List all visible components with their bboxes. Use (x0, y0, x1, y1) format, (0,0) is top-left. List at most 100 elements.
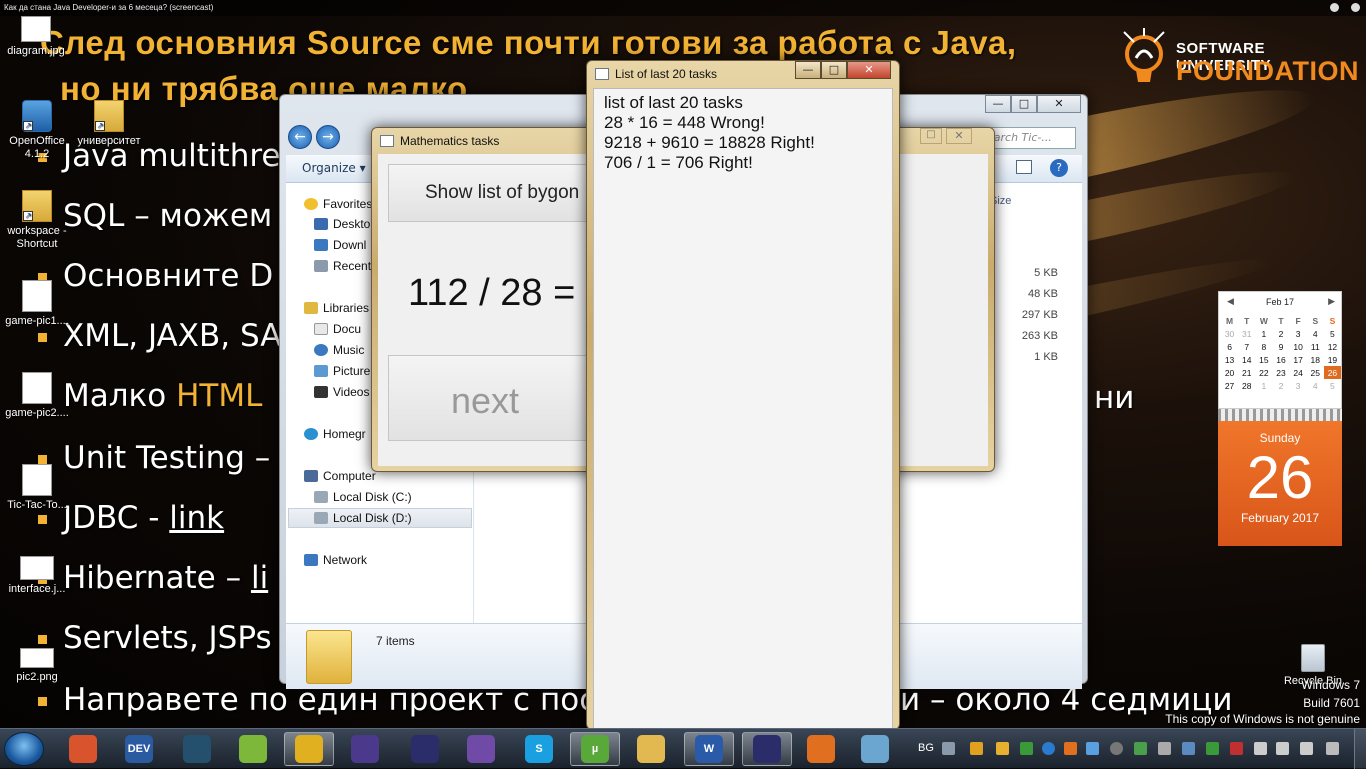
nav-pictures[interactable]: Picture (314, 364, 374, 378)
taskbar-button-eclipse[interactable] (400, 732, 450, 766)
start-button[interactable] (4, 732, 44, 766)
nav-videos[interactable]: Videos (314, 385, 374, 399)
desktop-icon-interface[interactable]: interface.j... (0, 556, 74, 596)
tray-app-icon[interactable] (1064, 742, 1077, 755)
nav-favorites[interactable]: Favorites (304, 197, 372, 211)
back-arrow-icon[interactable]: ← (288, 125, 312, 149)
desktop-icon-university[interactable]: ↗ университет (72, 100, 146, 148)
calendar-day-number: 26 (1246, 444, 1314, 511)
lightbulb-logo-icon (1123, 28, 1165, 82)
language-indicator[interactable]: BG (918, 742, 934, 754)
hard-disk-icon (314, 491, 328, 503)
nav-libraries[interactable]: Libraries (304, 301, 369, 315)
minimize-button[interactable]: — (985, 95, 1011, 113)
desktop-icon-openoffice[interactable]: ↗ OpenOffice 4.1.2 (0, 100, 74, 161)
calendar-binding-rings (1218, 409, 1342, 421)
tray-app-icon[interactable] (1134, 742, 1147, 755)
taskbar-button-word[interactable]: W (684, 732, 734, 766)
tray-app-icon[interactable] (1182, 742, 1195, 755)
taskbar-button-skype[interactable]: S (514, 732, 564, 766)
network-status-icon[interactable] (1254, 742, 1267, 755)
watch-later-icon[interactable] (1330, 3, 1339, 12)
taskbar-button-devcpp[interactable]: DEV (114, 732, 164, 766)
music-icon (314, 344, 328, 356)
taskbar-button-file-explorer[interactable] (626, 732, 676, 766)
desktop-icon-tic-tac-toe[interactable]: Tic-Tac-To... (0, 464, 74, 512)
show-desktop-button[interactable] (1354, 729, 1366, 769)
nav-disk-d[interactable]: Local Disk (D:) (314, 511, 464, 525)
tray-app-icon[interactable] (970, 742, 983, 755)
computer-icon (304, 470, 318, 482)
tray-app-icon[interactable] (1020, 742, 1033, 755)
keyboard-icon[interactable] (942, 742, 955, 755)
desktop-icon-pic2[interactable]: pic2.png (0, 648, 74, 684)
maximize-button[interactable]: □ (1011, 95, 1037, 113)
close-button[interactable]: ✕ (1037, 95, 1081, 113)
skype-icon: S (525, 735, 553, 763)
jdbc-link[interactable]: link (169, 500, 224, 536)
next-month-icon[interactable]: ▶ (1328, 296, 1335, 307)
maximize-button[interactable]: □ (821, 61, 847, 79)
maximize-button[interactable]: □ (920, 128, 942, 144)
taskbar-button-paint[interactable] (850, 732, 900, 766)
taskbar-button-utorrent[interactable]: µ (570, 732, 620, 766)
action-center-icon[interactable] (1230, 742, 1243, 755)
taskbar-button-github[interactable] (456, 732, 506, 766)
nav-computer[interactable]: Computer (304, 469, 376, 483)
folder-shortcut-icon: ↗ (94, 100, 124, 132)
tray-app-icon[interactable] (1042, 742, 1055, 755)
desktop-icon-workspace[interactable]: ↗ workspace - Shortcut (0, 190, 74, 251)
tray-app-icon[interactable] (1158, 742, 1171, 755)
utorrent-icon: µ (581, 735, 609, 763)
nav-music[interactable]: Music (314, 343, 374, 357)
nav-homegroup[interactable]: Homegr (304, 427, 366, 441)
forward-arrow-icon[interactable]: → (316, 125, 340, 149)
preview-pane-icon[interactable] (1016, 160, 1032, 174)
hard-disk-icon (314, 512, 328, 524)
tray-app-icon[interactable] (1206, 742, 1219, 755)
close-button[interactable]: ✕ (847, 61, 891, 79)
network-icon (304, 554, 318, 566)
recycle-bin-icon (1301, 644, 1325, 672)
desktop-icon-diagram[interactable]: diagram.jpg (0, 16, 73, 58)
minimize-button[interactable]: — (795, 61, 821, 79)
display-icon[interactable] (1326, 742, 1339, 755)
nav-recent[interactable]: Recent (314, 259, 374, 273)
hibernate-link[interactable]: li (251, 560, 268, 596)
desktop-icon-game-pic2[interactable]: game-pic2.... (0, 372, 74, 420)
nav-documents[interactable]: Docu (314, 322, 374, 336)
windows-build: Build 7601 (1303, 696, 1360, 710)
taskbar-button-java[interactable] (796, 732, 846, 766)
nav-desktop[interactable]: Deskto (314, 217, 374, 231)
android-studio-icon (239, 735, 267, 763)
nav-disk-c[interactable]: Local Disk (C:) (314, 490, 464, 504)
taskbar-button-android-studio[interactable] (228, 732, 278, 766)
task-history-list[interactable]: list of last 20 tasks 28 * 16 = 448 Wron… (593, 88, 893, 728)
items-count: 7 items (376, 634, 415, 648)
organize-button[interactable]: Organize ▾ (302, 161, 366, 175)
calendar-gadget[interactable]: ◀ Feb 17 ▶ MTWTFSS 30 31 1 2 3 4 5 6 7 8 9 10 11 12 … (1218, 291, 1342, 546)
volume-icon[interactable] (1300, 742, 1313, 755)
taskbar-button-eclipse[interactable] (340, 732, 390, 766)
pictures-icon (314, 365, 328, 377)
taskbar-button-git[interactable] (58, 732, 108, 766)
git-icon (69, 735, 97, 763)
nav-network[interactable]: Network (304, 553, 367, 567)
desktop-icon-game-pic1[interactable]: game-pic1.... (0, 280, 74, 328)
tray-app-icon[interactable] (1110, 742, 1123, 755)
search-input[interactable]: earch Tic-... (982, 127, 1076, 149)
java-file-icon (22, 464, 52, 496)
info-icon[interactable] (1351, 3, 1360, 12)
help-icon[interactable]: ? (1050, 159, 1068, 177)
math-window-title: Mathematics tasks (400, 134, 500, 148)
taskbar-button-mysql-workbench[interactable] (172, 732, 222, 766)
tray-app-icon[interactable] (996, 742, 1009, 755)
battery-icon[interactable] (1276, 742, 1289, 755)
calendar-weekday: Sunday (1259, 431, 1301, 445)
tray-app-icon[interactable] (1086, 742, 1099, 755)
nav-downloads[interactable]: Downl (314, 238, 374, 252)
close-button[interactable]: ✕ (946, 128, 972, 144)
taskbar-button-eclipse[interactable] (742, 732, 792, 766)
taskbar-button-chrome[interactable] (284, 732, 334, 766)
desktop-wallpaper: Как да стана Java Developer-и за 6 месец… (0, 0, 1366, 728)
